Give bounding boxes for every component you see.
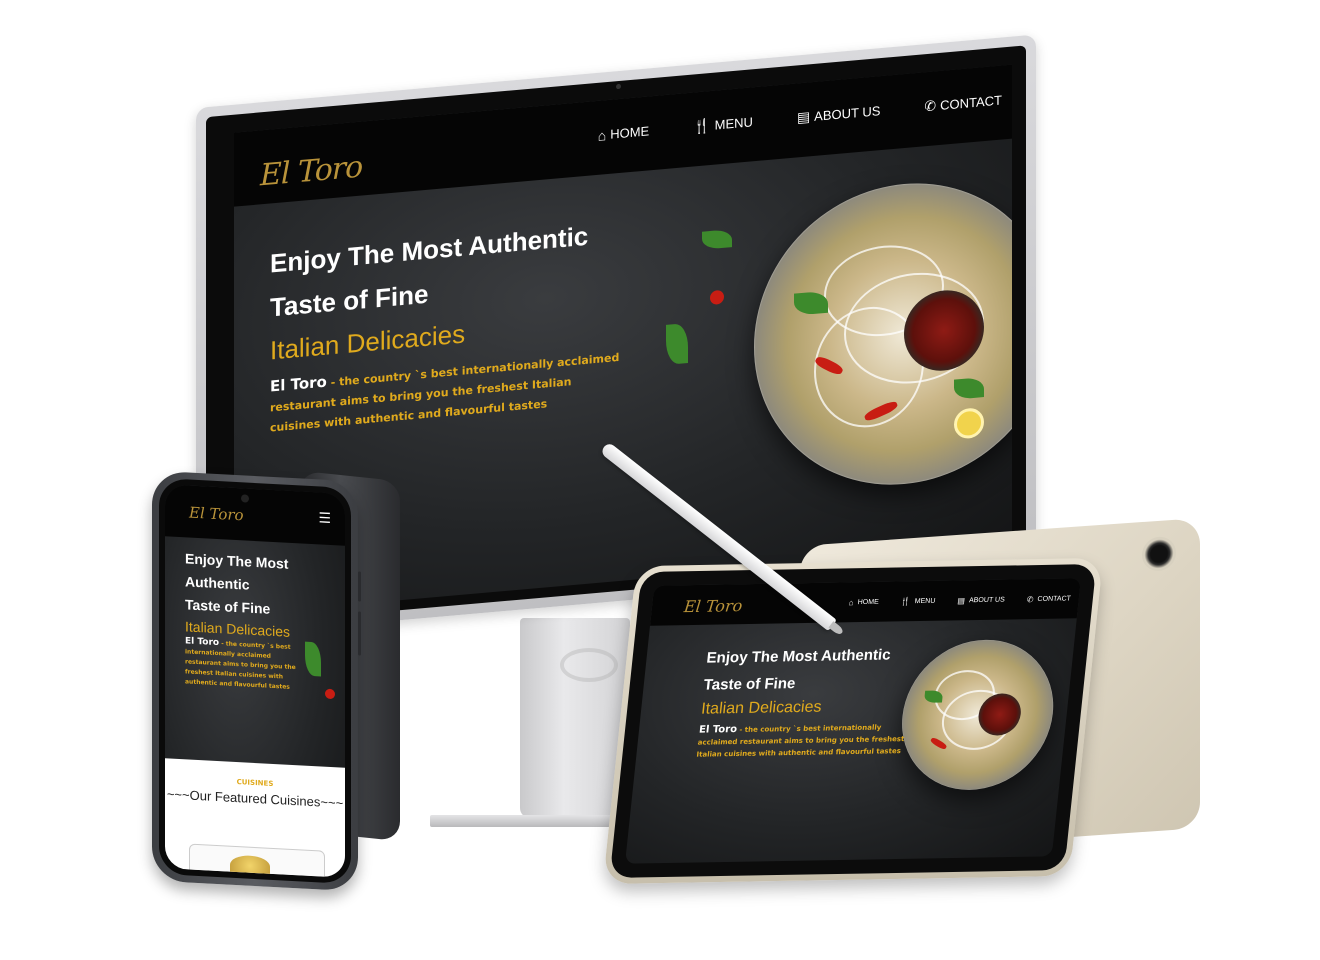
phone-side-button (358, 571, 361, 602)
phone-icon: ✆ (1026, 595, 1034, 605)
tablet-nav-about-label: ABOUT US (968, 596, 1006, 605)
phone-bezel: El Toro ☰ Enjoy The Most Authentic Taste… (159, 477, 351, 885)
basil-leaf (702, 229, 732, 250)
phone-side-button (358, 611, 361, 656)
id-card-icon: ▤ (796, 108, 811, 126)
phone-hero-brand-name: El Toro (185, 636, 220, 649)
tablet-site-logo[interactable]: El Toro (683, 596, 743, 616)
utensils-icon: 🍴 (900, 597, 912, 607)
phone-hero-description: El Toro - the country `s best internatio… (185, 636, 305, 693)
nav-contact-label: CONTACT (940, 92, 1002, 113)
basil-leaf (923, 690, 944, 703)
phone-site-logo[interactable]: El Toro (189, 504, 244, 525)
phone-hero-description-text: - the country `s best internationally ac… (185, 640, 296, 691)
tablet-bezel: El Toro ⌂ HOME 🍴 MENU ▤ ABOUT US ✆ CONTA… (609, 564, 1097, 878)
nav-home-label: HOME (610, 123, 650, 142)
monitor-base (430, 815, 620, 827)
hamburger-icon[interactable]: ☰ (318, 510, 331, 527)
phone-screen: El Toro ☰ Enjoy The Most Authentic Taste… (165, 484, 345, 878)
nav-menu[interactable]: 🍴 MENU (693, 113, 753, 135)
tablet-navbar: El Toro ⌂ HOME 🍴 MENU ▤ ABOUT US ✆ CONTA… (650, 578, 1082, 626)
phone-front-camera (241, 494, 249, 503)
phone-icon: ✆ (924, 97, 937, 115)
desktop-hero-text: Enjoy The Most Authentic Taste of Fine I… (270, 211, 620, 439)
monitor-camera (616, 83, 621, 90)
tablet-hero-brand-name: El Toro (698, 724, 738, 736)
nav-home[interactable]: ⌂ HOME (598, 122, 649, 144)
basil-leaf (794, 290, 828, 316)
tablet-hero-title-line1: Enjoy The Most Authentic (705, 646, 892, 667)
tablet-hero-text: Enjoy The Most Authentic Taste of Fine I… (696, 641, 929, 761)
tablet-nav-home-label: HOME (857, 598, 880, 607)
home-icon: ⌂ (597, 126, 607, 144)
tablet-nav-menu: ⌂ HOME 🍴 MENU ▤ ABOUT US ✆ CONTACT (848, 594, 1071, 607)
chili (710, 289, 724, 306)
noodle-bowl-image (754, 170, 1012, 498)
phone-device: El Toro ☰ Enjoy The Most Authentic Taste… (152, 470, 361, 892)
tablet-hero-title-line2: Taste of Fine (702, 675, 797, 694)
home-icon: ⌂ (848, 598, 855, 608)
nav-about-us[interactable]: ▤ ABOUT US (797, 102, 880, 126)
cuisine-card[interactable] (189, 843, 325, 878)
lemon-slice (954, 407, 984, 440)
tablet-nav-contact-label: CONTACT (1037, 595, 1072, 604)
basil-leaf (954, 377, 984, 400)
id-card-icon: ▤ (956, 596, 966, 606)
utensils-icon: 🍴 (693, 116, 711, 135)
chili (325, 688, 335, 700)
basil-leaf (666, 322, 688, 365)
tablet-rear-camera (1142, 535, 1176, 573)
chili (929, 736, 948, 751)
tablet-hero-description: El Toro - the country `s best internatio… (696, 721, 920, 761)
tablet-nav-about-us[interactable]: ▤ ABOUT US (956, 596, 1006, 606)
tablet-device: El Toro ⌂ HOME 🍴 MENU ▤ ABOUT US ✆ CONTA… (602, 557, 1104, 885)
desktop-nav-menu: ⌂ HOME 🍴 MENU ▤ ABOUT US ✆ CONTACT (598, 91, 1002, 143)
phone-navbar: El Toro ☰ (165, 484, 345, 546)
tablet-nav-contact[interactable]: ✆ CONTACT (1026, 594, 1071, 604)
nav-menu-label: MENU (714, 114, 753, 133)
site-logo[interactable]: El Toro (260, 149, 362, 193)
cuisines-section: CUISINES ~~~Our Featured Cuisines~~~ (165, 758, 345, 878)
tablet-nav-home[interactable]: ⌂ HOME (848, 598, 880, 608)
tablet-hero-subtitle: Italian Delicacies (700, 698, 823, 718)
phone-hero-text: Enjoy The Most Authentic Taste of Fine I… (185, 547, 315, 694)
tablet-screen: El Toro ⌂ HOME 🍴 MENU ▤ ABOUT US ✆ CONTA… (624, 578, 1082, 864)
tablet-nav-menu-item[interactable]: 🍴 MENU (900, 597, 936, 607)
hero-description-text: - the country `s best internationally ac… (270, 350, 620, 435)
cuisine-card-image (230, 854, 270, 877)
nav-about-label: ABOUT US (814, 103, 881, 124)
hero-brand-name: El Toro (270, 372, 327, 396)
nav-contact[interactable]: ✆ CONTACT (924, 91, 1002, 115)
tablet-nav-menu-label: MENU (914, 597, 936, 606)
